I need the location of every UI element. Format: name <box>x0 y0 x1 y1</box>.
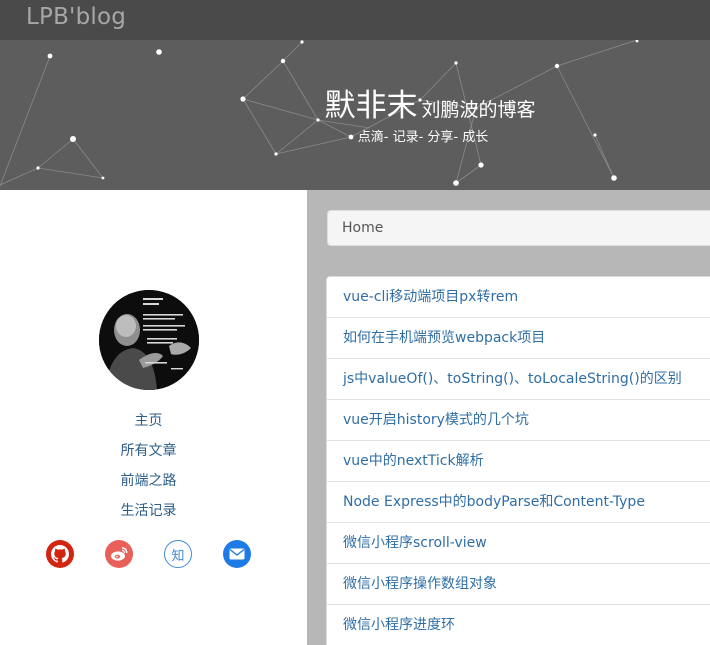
sidebar-item-frontend[interactable]: 前端之路 <box>0 470 297 500</box>
site-tagline: 点滴- 记录- 分享- 成长 <box>357 130 489 145</box>
weibo-icon[interactable] <box>105 540 133 568</box>
sidebar: 主页 所有文章 前端之路 生活记录 知 <box>0 190 307 645</box>
mail-icon[interactable] <box>223 540 251 568</box>
list-item[interactable]: 微信小程序进度环 <box>327 605 710 645</box>
avatar-image <box>99 290 199 390</box>
avatar[interactable] <box>99 290 199 390</box>
site-title-sub: 刘鹏波的博客 <box>421 99 536 121</box>
sidebar-item-life[interactable]: 生活记录 <box>0 500 297 530</box>
list-item[interactable]: 微信小程序scroll-view <box>327 523 710 564</box>
site-title: 默非末 刘鹏波的博客 <box>0 80 710 125</box>
breadcrumb-current: Home <box>342 220 384 236</box>
sidebar-item-home[interactable]: 主页 <box>0 410 297 440</box>
sidebar-nav: 主页 所有文章 前端之路 生活记录 <box>0 410 297 530</box>
header-banner: 默非末 刘鹏波的博客 点滴- 记录- 分享- 成长 <box>0 40 710 190</box>
mail-glyph <box>229 548 245 560</box>
brand-logo-link[interactable]: LPB'blog <box>26 4 126 30</box>
post-list: vue-cli移动端项目px转rem 如何在手机端预览webpack项目 js中… <box>326 276 710 645</box>
list-item[interactable]: js中valueOf()、toString()、toLocaleString()… <box>327 359 710 400</box>
list-item[interactable]: vue-cli移动端项目px转rem <box>327 277 710 318</box>
list-item[interactable]: Node Express中的bodyParse和Content-Type <box>327 482 710 523</box>
list-item[interactable]: vue开启history模式的几个坑 <box>327 400 710 441</box>
list-item[interactable]: vue中的nextTick解析 <box>327 441 710 482</box>
weibo-glyph <box>111 547 128 561</box>
sidebar-item-all-posts[interactable]: 所有文章 <box>0 440 297 470</box>
zhihu-icon[interactable]: 知 <box>164 540 192 568</box>
breadcrumb: Home <box>327 210 710 246</box>
list-item[interactable]: 如何在手机端预览webpack项目 <box>327 318 710 359</box>
github-glyph <box>51 545 69 563</box>
list-item[interactable]: 微信小程序操作数组对象 <box>327 564 710 605</box>
github-icon[interactable] <box>46 540 74 568</box>
top-navbar: LPB'blog <box>0 0 710 40</box>
site-title-main: 默非末 <box>324 88 418 124</box>
